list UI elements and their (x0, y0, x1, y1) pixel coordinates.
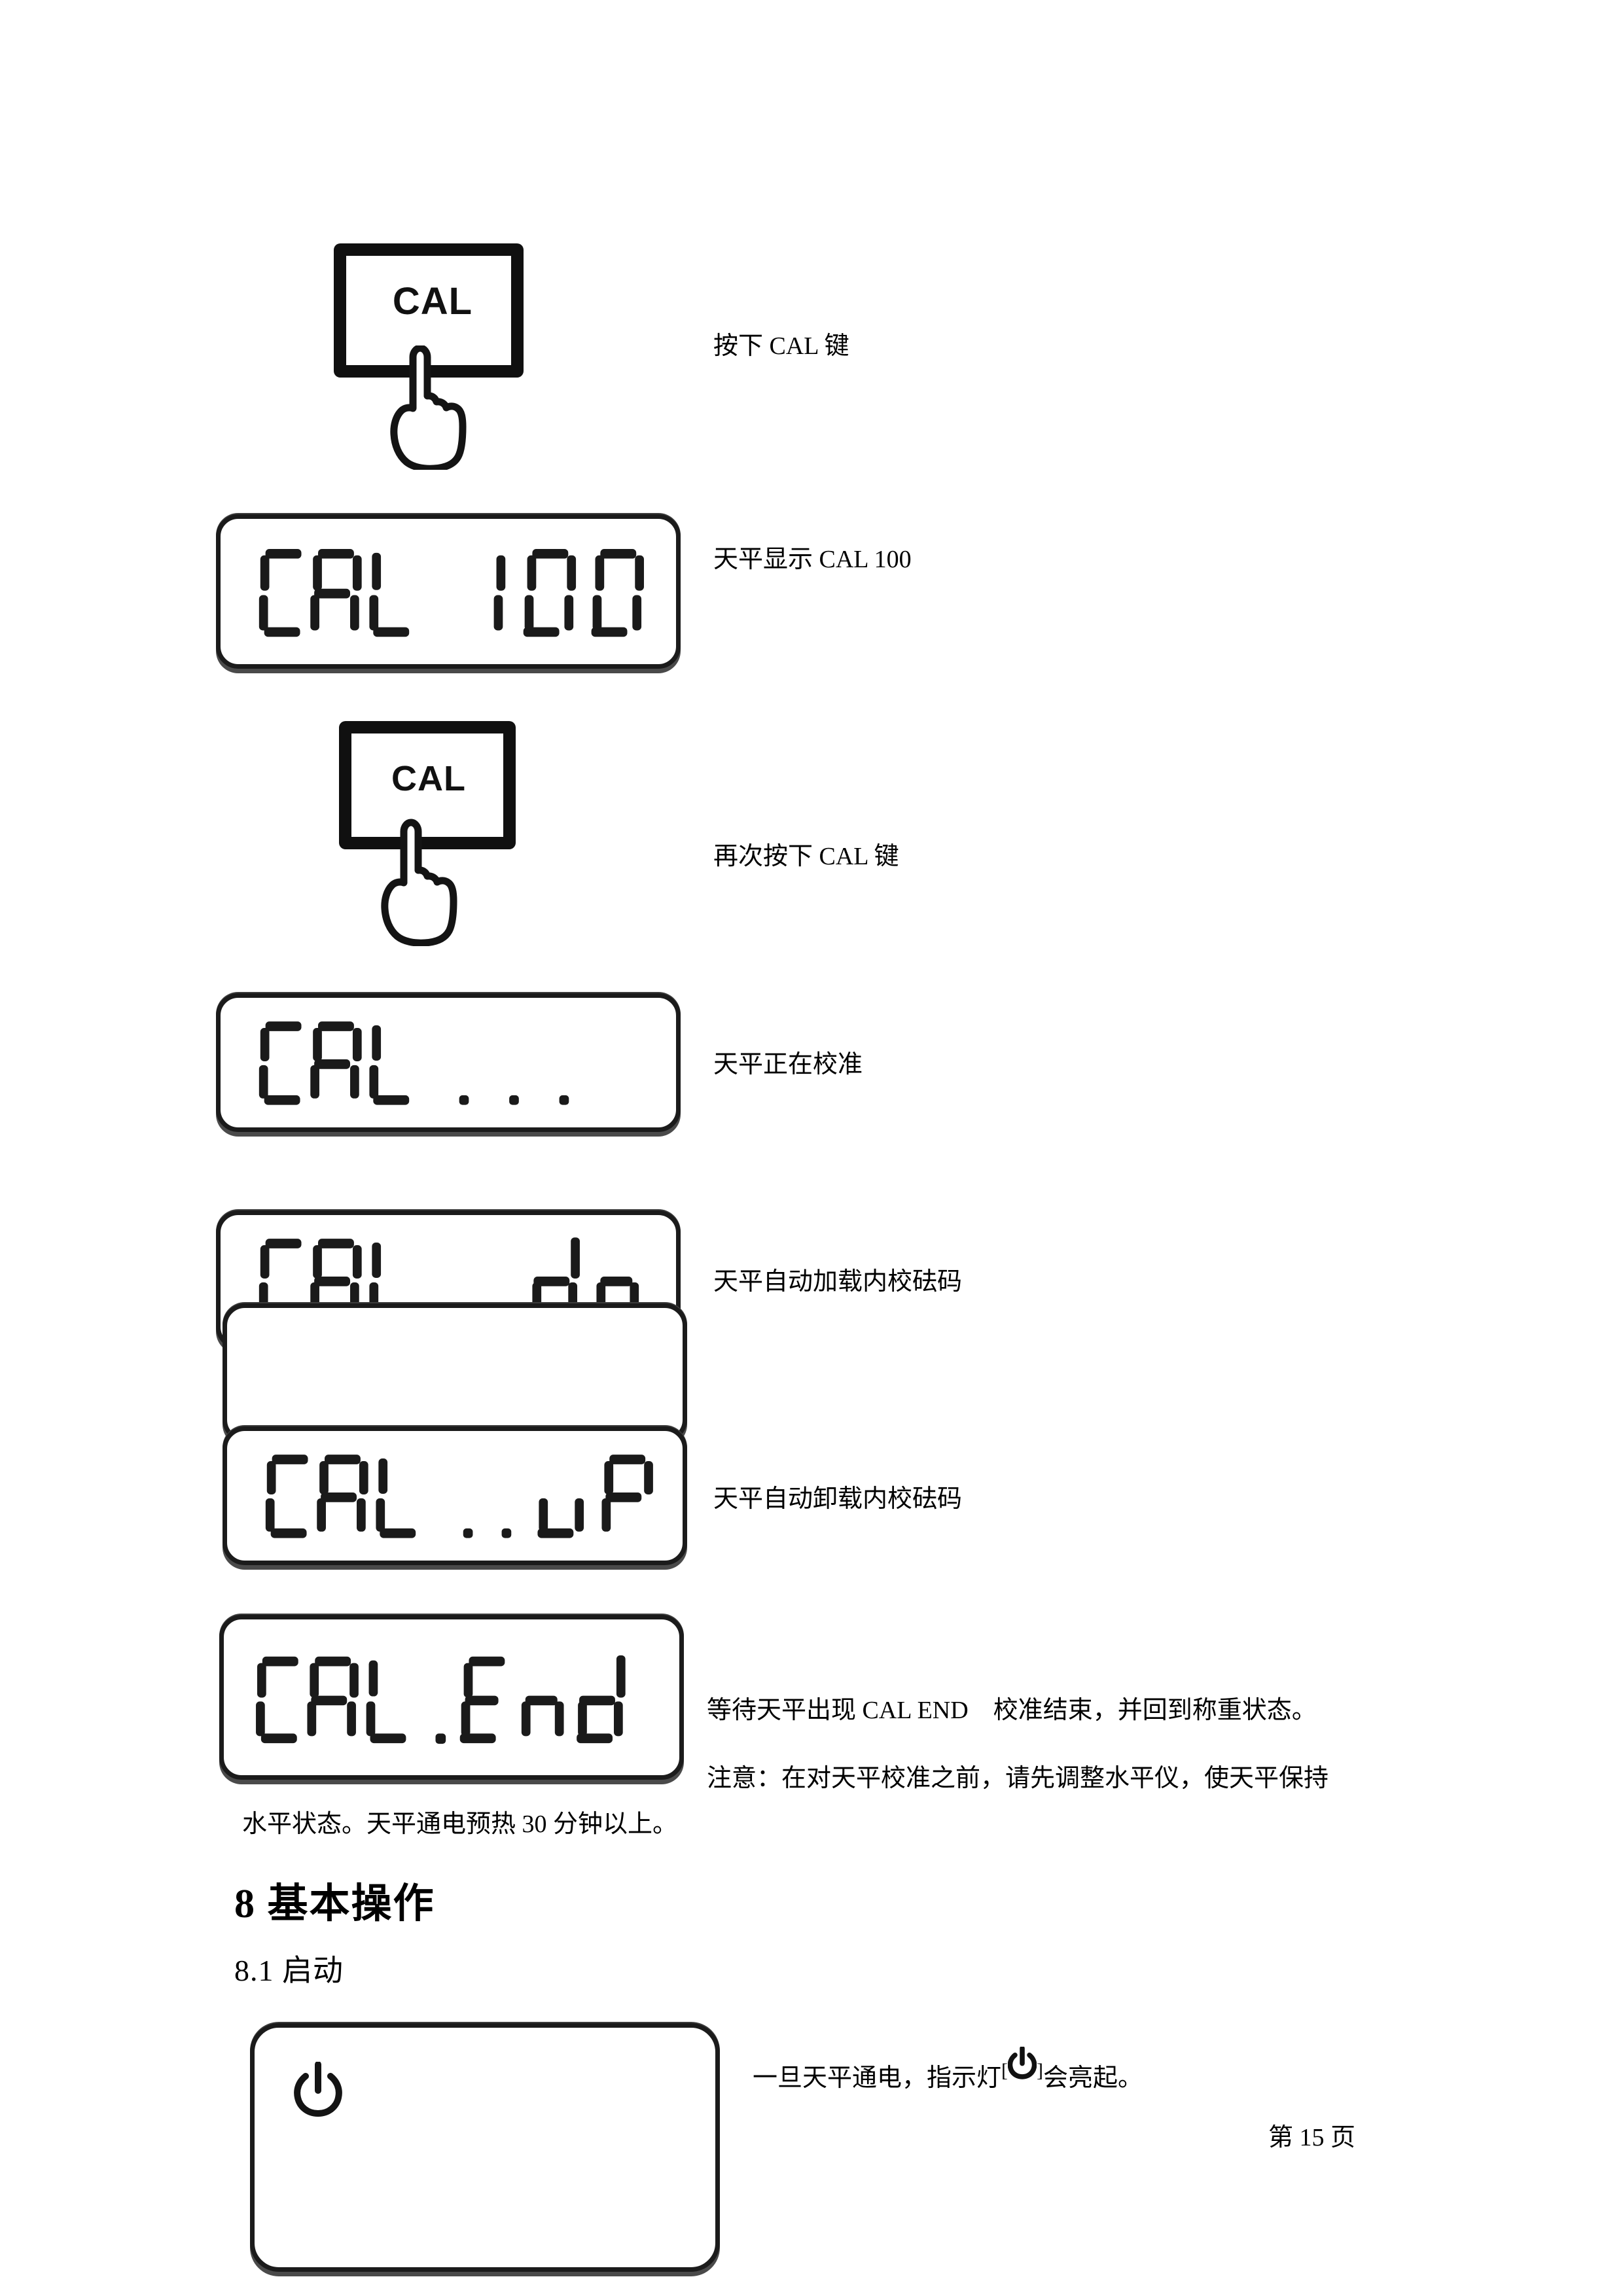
note-line-1: 注意：在对天平校准之前，请先调整水平仪，使天平保持 (707, 1765, 1329, 1792)
startup-caption: 一旦天平通电，指示灯[ ]会亮起。 (753, 2045, 1143, 2099)
step-caption-press-cal: 按下 CAL 键 (713, 332, 849, 360)
startup-caption-before: 一旦天平通电，指示灯 (753, 2064, 1002, 2092)
document-page: CAL 按下 CAL 键 天平显示 CAL 100 CAL 再次按下 CAL 键… (0, 0, 1623, 2296)
seven-segment-cal-end (256, 1655, 626, 1744)
seven-segment-cal-dots (259, 1021, 569, 1105)
lcd-display-cal-up-hidden (223, 1303, 687, 1442)
step-caption-calibrating: 天平正在校准 (713, 1051, 863, 1078)
lcd-display-cal-end (219, 1615, 684, 1780)
step-caption-unload-weight: 天平自动卸载内校砝码 (713, 1485, 963, 1513)
startup-caption-after: 会亮起。 (1043, 2064, 1143, 2092)
power-icon-inline (1007, 2045, 1037, 2091)
step-caption-load-weight: 天平自动加载内校砝码 (713, 1268, 963, 1296)
startup-bracket-close: ] (1037, 2060, 1044, 2081)
page-number: 第 15 页 (1268, 2124, 1356, 2151)
pointing-hand-icon (389, 344, 474, 473)
pointing-hand-icon (380, 818, 465, 949)
step-caption-press-cal-again: 再次按下 CAL 键 (713, 843, 899, 870)
lcd-display-power (250, 2023, 720, 2272)
cal-key-label: CAL (391, 759, 466, 798)
step-caption-cal-end: 等待天平出现 CAL END 校准结束，并回到称重状态。 (707, 1697, 1317, 1724)
cal-key-label: CAL (392, 279, 473, 323)
seven-segment-cal-100 (259, 549, 644, 637)
power-icon (294, 2061, 342, 2121)
seven-segment-cal-up (265, 1455, 653, 1538)
note-line-2: 水平状态。天平通电预热 30 分钟以上。 (242, 1810, 678, 1838)
lcd-display-cal-dots (216, 993, 681, 1132)
subsection-heading: 8.1 启动 (234, 1954, 344, 1987)
step-caption-display-cal-100: 天平显示 CAL 100 (713, 546, 912, 573)
cal-key-button-1[interactable]: CAL (334, 243, 524, 472)
lcd-display-cal-up (223, 1426, 687, 1565)
section-heading: 8 基本操作 (234, 1882, 435, 1926)
startup-bracket-open: [ (1001, 2060, 1008, 2081)
lcd-display-cal-100 (216, 514, 681, 669)
cal-key-button-2[interactable]: CAL (339, 721, 516, 947)
